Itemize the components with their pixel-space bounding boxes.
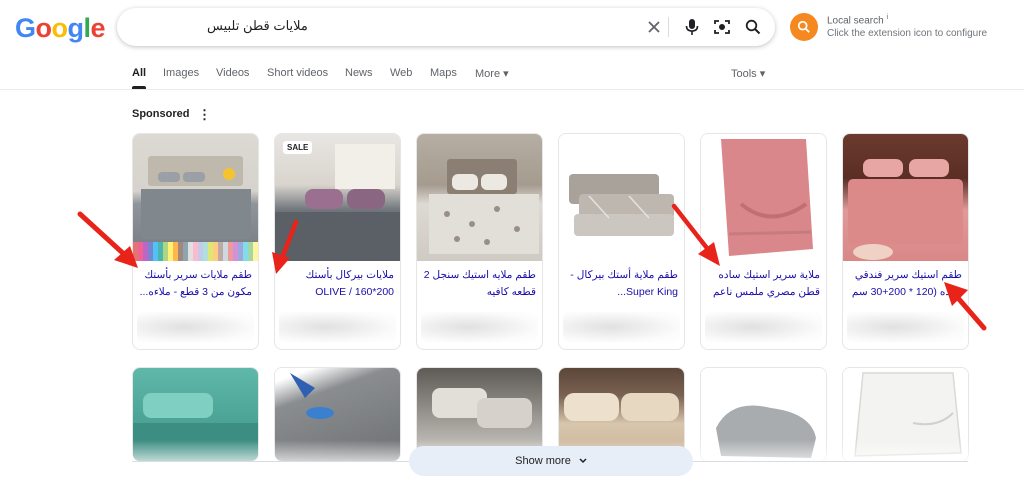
more-options-icon[interactable]: ⋮ — [198, 107, 211, 123]
annotation-arrow — [272, 219, 299, 274]
tab-news[interactable]: News — [345, 67, 373, 79]
product-title[interactable]: طقم ملايات سرير بأستك مكون من 3 قطع - مل… — [139, 267, 252, 307]
tab-more[interactable]: More ▾ — [475, 67, 509, 80]
tools-button[interactable]: Tools ▾ — [731, 67, 765, 80]
show-more-label: Show more — [515, 455, 571, 467]
product-image[interactable] — [559, 134, 684, 261]
sponsored-label: Sponsored — [132, 108, 190, 120]
blurred-price — [279, 312, 396, 342]
search-box[interactable]: ملايات قطن تلبيس — [117, 8, 775, 46]
search-divider — [668, 17, 669, 37]
blurred-price — [563, 312, 680, 342]
tab-maps[interactable]: Maps — [430, 67, 457, 79]
product-image[interactable] — [133, 134, 258, 261]
tab-short-videos[interactable]: Short videos — [267, 67, 328, 79]
local-search-title: Local search i — [827, 14, 888, 26]
show-more-button[interactable]: Show more — [409, 446, 693, 476]
logo-letter: g — [67, 13, 85, 43]
search-input[interactable]: ملايات قطن تلبيس — [207, 18, 308, 34]
active-tab-indicator — [132, 86, 146, 89]
search-icon[interactable] — [743, 17, 763, 37]
camera-lens-icon[interactable] — [712, 17, 732, 37]
logo-letter: l — [83, 13, 92, 43]
local-search-subtitle: Click the extension icon to configure — [827, 28, 988, 39]
logo-letter: G — [15, 13, 36, 43]
product-title[interactable]: ملاية سرير استيك ساده قطن مصري ملمس ناعم — [707, 267, 820, 307]
tab-web[interactable]: Web — [390, 67, 412, 79]
local-search-title-text: Local search — [827, 15, 884, 27]
logo-letter: e — [90, 13, 106, 43]
product-title[interactable]: طقم ملاية أستك بيركال - Super King... — [565, 267, 678, 307]
tab-images[interactable]: Images — [163, 67, 199, 79]
product-card[interactable]: طقم ملايات سرير بأستك مكون من 3 قطع - مل… — [132, 133, 259, 350]
info-icon[interactable]: i — [886, 14, 888, 21]
product-image[interactable] — [417, 134, 542, 261]
logo-letter: o — [35, 13, 53, 43]
annotation-arrow — [944, 282, 987, 331]
product-title[interactable]: طقم ملايه استيك سنجل 2 قطعه كافيه — [423, 267, 536, 307]
search-tabs: All Images Videos Short videos News Web … — [0, 64, 1024, 90]
google-logo[interactable]: Google — [15, 13, 106, 44]
microphone-icon[interactable] — [682, 17, 702, 37]
blurred-price — [137, 312, 254, 342]
tab-videos[interactable]: Videos — [216, 67, 249, 79]
blurred-price — [705, 312, 822, 342]
annotation-arrow — [77, 211, 138, 268]
search-icon — [797, 20, 810, 33]
sale-badge: SALE — [283, 141, 313, 154]
search-results-page: Google ملايات قطن تلبيس Local search i C… — [0, 0, 1024, 490]
chevron-down-icon — [579, 458, 587, 464]
annotation-arrow — [671, 203, 720, 266]
logo-letter: o — [51, 13, 69, 43]
product-card[interactable]: طقم ملايه استيك سنجل 2 قطعه كافيه — [416, 133, 543, 350]
tab-all[interactable]: All — [132, 67, 146, 79]
blurred-price — [421, 312, 538, 342]
local-search-extension-button[interactable] — [790, 13, 818, 41]
clear-icon[interactable] — [644, 17, 664, 37]
product-image[interactable] — [843, 134, 968, 261]
product-card[interactable]: طقم ملاية أستك بيركال - Super King... — [558, 133, 685, 350]
